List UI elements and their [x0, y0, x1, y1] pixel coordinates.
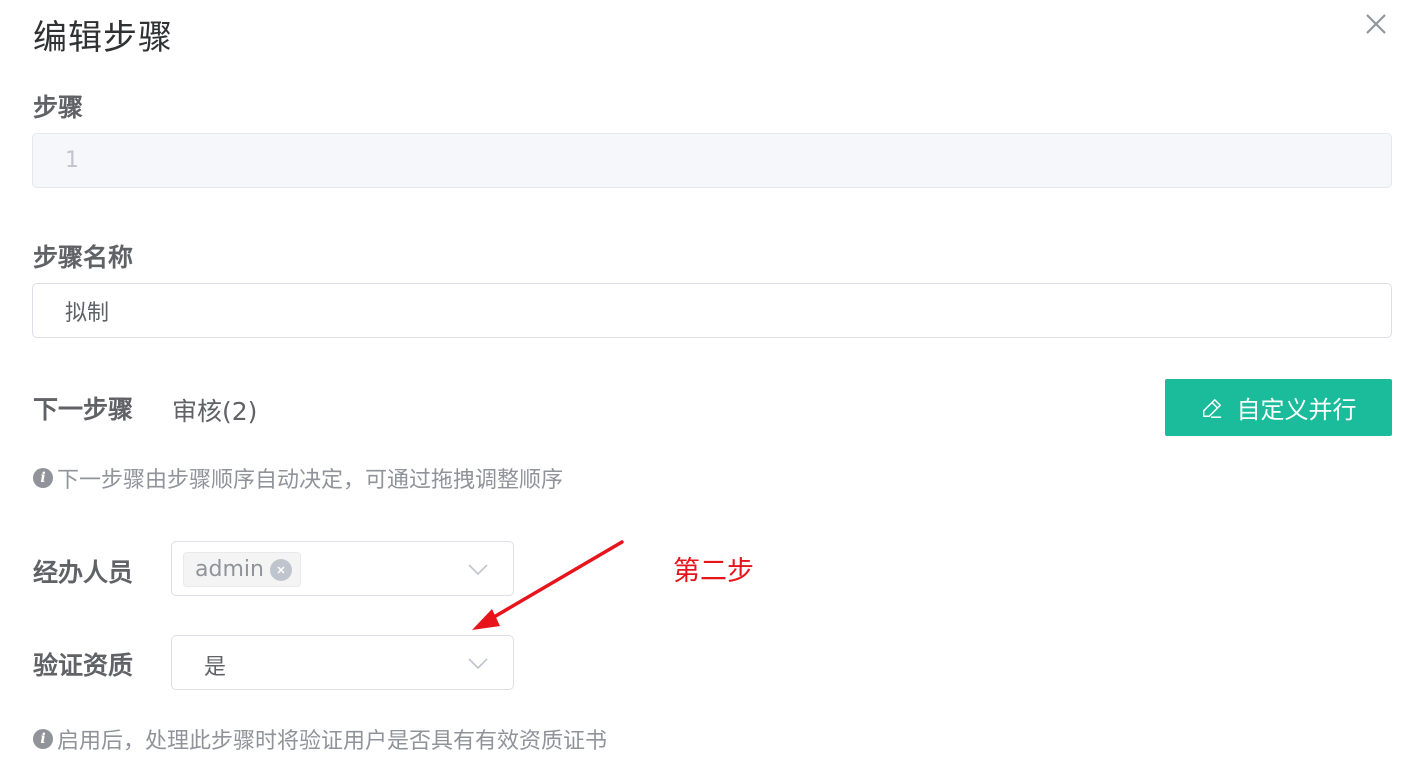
- next-step-label: 下一步骤: [33, 395, 134, 424]
- annotation-text: 第二步: [673, 556, 754, 587]
- next-step-value: 审核(2): [172, 397, 258, 426]
- chevron-down-icon: [468, 658, 488, 670]
- next-step-hint: i 下一步骤由步骤顺序自动决定，可通过拖拽调整顺序: [33, 462, 563, 494]
- annotation-arrow-icon: [472, 540, 624, 630]
- dialog-title: 编辑步骤: [33, 18, 173, 58]
- close-button[interactable]: [1360, 8, 1392, 40]
- step-name-label: 步骤名称: [33, 243, 134, 272]
- tag-close-icon[interactable]: [269, 558, 292, 581]
- verify-hint-text: 启用后，处理此步骤时将验证用户是否具有有效资质证书: [57, 729, 608, 754]
- handler-label: 经办人员: [33, 558, 134, 587]
- next-step-hint-text: 下一步骤由步骤顺序自动决定，可通过拖拽调整顺序: [57, 468, 564, 493]
- step-value: 1: [65, 148, 79, 173]
- step-label: 步骤: [33, 93, 84, 122]
- verify-label: 验证资质: [33, 651, 134, 680]
- handler-tag: admin: [183, 552, 301, 587]
- handler-tag-text: admin: [195, 557, 264, 582]
- step-input: 1: [32, 133, 1392, 188]
- verify-value: 是: [204, 655, 227, 680]
- step-name-input[interactable]: 拟制: [32, 283, 1392, 338]
- close-icon[interactable]: [1360, 8, 1392, 40]
- info-icon: i: [33, 468, 53, 488]
- verify-hint: i 启用后，处理此步骤时将验证用户是否具有有效资质证书: [33, 723, 607, 755]
- edit-pencil-icon: [1202, 398, 1221, 418]
- step-name-value: 拟制: [65, 300, 110, 326]
- verify-select[interactable]: 是: [171, 635, 514, 690]
- info-icon: i: [33, 729, 53, 749]
- custom-parallel-label: 自定义并行: [1236, 396, 1357, 424]
- custom-parallel-button[interactable]: 自定义并行: [1165, 379, 1392, 436]
